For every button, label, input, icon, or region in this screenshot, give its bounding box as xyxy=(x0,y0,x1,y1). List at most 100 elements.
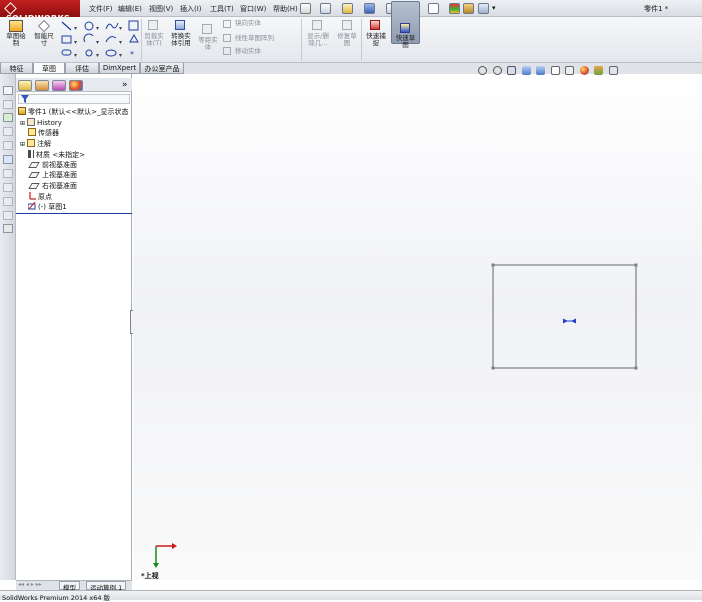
strip-tool-icon[interactable] xyxy=(3,211,13,220)
strip-tool-icon[interactable] xyxy=(3,100,13,109)
svg-text:▾: ▾ xyxy=(119,25,122,32)
feature-filter-input[interactable] xyxy=(18,94,130,104)
pin-icon[interactable] xyxy=(300,3,311,14)
tree-root-part[interactable]: 零件1 (默认<<默认>_显示状态 xyxy=(18,107,129,117)
move-icon[interactable] xyxy=(223,47,231,55)
quick-sketch-label: 快速草 图 xyxy=(395,34,416,49)
strip-tool-icon[interactable] xyxy=(3,197,13,206)
show-delete-relations-label[interactable]: 显示/删 除几... xyxy=(303,33,333,47)
tree-item-origin[interactable]: 原点 xyxy=(28,192,52,202)
menu-view[interactable]: 视图(V) xyxy=(149,4,173,14)
history-folder-icon xyxy=(27,118,36,126)
sketch-icon xyxy=(28,202,36,210)
tree-item-front-plane[interactable]: 前视基准面 xyxy=(28,160,77,170)
rollback-bar[interactable] xyxy=(16,213,132,214)
sketch-point[interactable] xyxy=(634,366,638,370)
feature-tree-tab-icon[interactable] xyxy=(18,80,32,91)
move-entities-label[interactable]: 移动实体 xyxy=(235,48,261,55)
sketch-canvas[interactable] xyxy=(133,74,702,580)
convert-entities-icon[interactable] xyxy=(175,20,185,30)
menu-window[interactable]: 窗口(W) xyxy=(240,4,266,14)
status-bar: SolidWorks Premium 2014 x64 版 xyxy=(0,590,702,602)
strip-tool-icon[interactable] xyxy=(3,183,13,192)
menu-tools[interactable]: 工具(T) xyxy=(210,4,234,14)
plane-icon xyxy=(28,162,40,168)
tab-office-products[interactable]: 办公室产品 xyxy=(140,63,184,74)
repair-sketch-icon[interactable] xyxy=(342,20,352,30)
strip-tool-icon[interactable] xyxy=(3,141,13,150)
tree-item-sketch1[interactable]: (-) 草图1 xyxy=(28,202,67,212)
relations-icon[interactable] xyxy=(312,20,322,30)
strip-grid-icon[interactable] xyxy=(3,86,13,95)
svg-text:▾: ▾ xyxy=(74,25,77,32)
strip-tool-icon[interactable] xyxy=(3,169,13,178)
document-title: 零件1 * xyxy=(644,5,669,13)
strip-tool-icon[interactable] xyxy=(3,127,13,136)
quick-sketch-icon xyxy=(400,23,410,33)
smart-dimension-label[interactable]: 智能尺 寸 xyxy=(29,33,59,47)
solidworks-logo[interactable]: SOLIDWORKS xyxy=(0,0,80,23)
tree-item-annotations[interactable]: ⊞ 注解 xyxy=(20,139,51,149)
quick-snap-icon[interactable] xyxy=(370,20,380,30)
sketch-origin-marker[interactable] xyxy=(563,318,576,324)
linear-pattern-label[interactable]: 线性草图阵列 xyxy=(235,35,274,42)
offset-entities-icon[interactable] xyxy=(202,24,212,34)
file-properties-icon[interactable] xyxy=(463,3,474,14)
svg-text:▾: ▾ xyxy=(74,52,77,59)
tab-features[interactable]: 特征 xyxy=(0,63,33,74)
filter-funnel-icon[interactable] xyxy=(21,95,29,103)
sketch-rectangle[interactable] xyxy=(492,264,637,369)
sketch-tools-svg: * ▾ ▾ ▾ ▾ ▾ ▾ ▾ ▾ ▾ xyxy=(61,20,139,59)
open-folder-icon[interactable] xyxy=(342,3,353,14)
tab-evaluate[interactable]: 评估 xyxy=(65,63,99,74)
sketch-point[interactable] xyxy=(491,263,495,267)
sketch-draw-label[interactable]: 草图绘 制 xyxy=(2,33,30,47)
menu-insert[interactable]: 插入(I) xyxy=(180,4,202,14)
sketch-point[interactable] xyxy=(491,366,495,370)
display-manager-tab-icon[interactable] xyxy=(69,80,83,91)
mirror-icon[interactable] xyxy=(223,20,231,28)
property-manager-tab-icon[interactable] xyxy=(35,80,49,91)
rebuild-traffic-light-icon[interactable] xyxy=(449,3,460,14)
tab-dimxpert[interactable]: DimXpert xyxy=(99,63,140,74)
menu-help[interactable]: 帮助(H) xyxy=(273,4,298,14)
tab-sketch[interactable]: 草图 xyxy=(33,63,65,74)
expand-panel-icon[interactable]: » xyxy=(122,80,128,90)
options-icon[interactable] xyxy=(478,3,489,14)
svg-text:▾: ▾ xyxy=(96,52,99,59)
quick-snap-label[interactable]: 快速捕 捉 xyxy=(362,33,390,47)
tab-scroll-arrows-icon[interactable]: ◂◂ ◂ ▸ ▸▸ xyxy=(18,581,42,588)
strip-relation-icon[interactable] xyxy=(3,155,13,164)
tree-item-material[interactable]: 材质 <未指定> xyxy=(28,150,85,160)
strip-screen-icon[interactable] xyxy=(3,224,13,233)
annotations-icon xyxy=(27,139,36,147)
expand-plus-icon[interactable]: ⊞ xyxy=(20,141,25,148)
strip-sketch-icon[interactable] xyxy=(3,113,13,122)
tree-item-history[interactable]: ⊞ History xyxy=(20,118,62,128)
save-icon[interactable] xyxy=(364,3,375,14)
trim-entities-label[interactable]: 剪裁实 体(T) xyxy=(140,33,168,47)
repair-sketch-label[interactable]: 修复草 图 xyxy=(333,33,361,47)
reference-triad xyxy=(153,543,177,568)
menu-edit[interactable]: 编辑(E) xyxy=(118,4,142,14)
tree-item-right-plane[interactable]: 右视基准面 xyxy=(28,181,77,191)
tab-motion-study-1[interactable]: 运动算例 1 xyxy=(86,581,127,592)
plane-icon xyxy=(28,183,40,189)
trim-entities-icon[interactable] xyxy=(148,20,158,30)
svg-text:▾: ▾ xyxy=(74,39,77,46)
options-dropdown-icon[interactable]: ▾ xyxy=(492,4,496,12)
offset-entities-label[interactable]: 等距实 体 xyxy=(194,37,222,51)
linear-pattern-icon[interactable] xyxy=(223,34,231,42)
new-document-icon[interactable] xyxy=(320,3,331,14)
tree-item-sensors[interactable]: 传感器 xyxy=(28,128,59,138)
configuration-manager-tab-icon[interactable] xyxy=(52,80,66,91)
expand-plus-icon[interactable]: ⊞ xyxy=(20,120,25,127)
sketch-point[interactable] xyxy=(634,263,638,267)
convert-entities-label[interactable]: 转换实 体引用 xyxy=(167,33,195,47)
menu-file[interactable]: 文件(F) xyxy=(89,4,113,14)
sketch-draw-icon[interactable] xyxy=(9,20,23,32)
mirror-entities-label[interactable]: 镜向实体 xyxy=(235,20,261,27)
tab-model[interactable]: 模型 xyxy=(59,581,80,592)
select-cursor-icon[interactable] xyxy=(428,3,439,14)
tree-item-top-plane[interactable]: 上视基准面 xyxy=(28,170,77,180)
